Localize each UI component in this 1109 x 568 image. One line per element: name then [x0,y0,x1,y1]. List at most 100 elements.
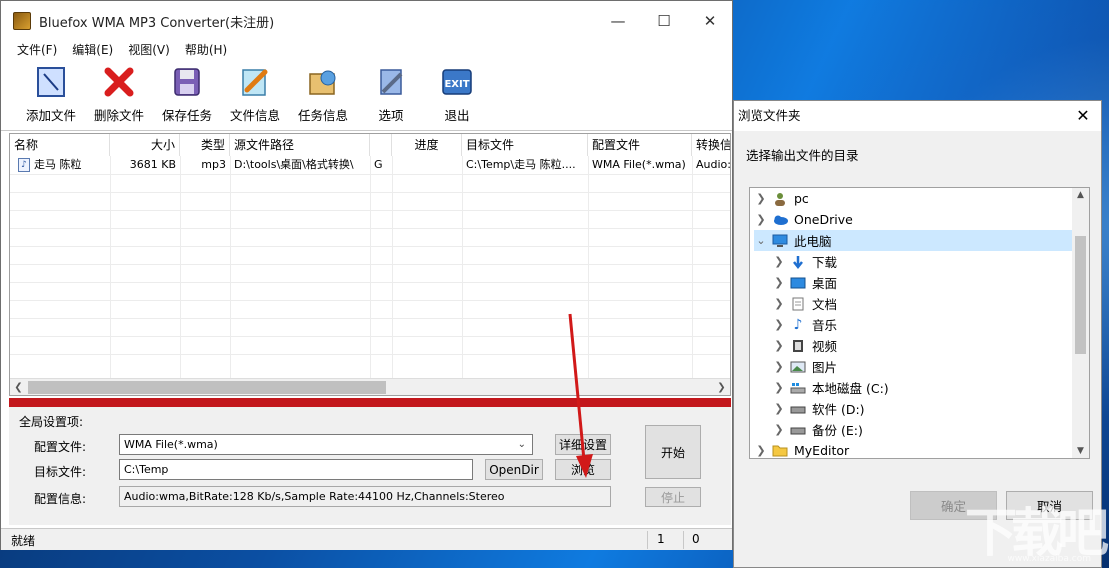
chevron-right-icon: ❯ [774,423,784,436]
file-info-button[interactable]: 文件信息 [223,65,287,124]
chevron-right-icon: ❯ [774,402,784,415]
row-divider [10,210,730,211]
row-convert-info: Audio:w [696,158,731,171]
toolbar: 添加文件 删除文件 保存任务 文件信息 任务信息 选项 EXIT 退出 [1,61,732,131]
add-file-button[interactable]: 添加文件 [19,65,83,124]
row-divider [10,300,730,301]
column-convert-info[interactable]: 转换信 [692,134,730,156]
table-row[interactable]: ♪ 走马 陈粒 3681 KB mp3 D:\tools\桌面\格式转换\ G … [10,156,731,174]
row-divider [10,318,730,319]
tree-item-pictures[interactable]: ❯ 图片 [772,356,1072,377]
start-button[interactable]: 开始 [645,425,701,479]
tree-item-music[interactable]: ❯ ♪ 音乐 [772,314,1072,335]
column-progress[interactable]: 进度 [392,134,462,156]
tree-item-onedrive[interactable]: ❯ OneDrive [754,209,1074,230]
close-icon[interactable]: ✕ [1071,101,1095,131]
row-divider [10,174,730,175]
global-settings-panel: 全局设置项: 配置文件: WMA File(*.wma) ⌄ 详细设置 目标文件… [9,407,731,525]
menu-help[interactable]: 帮助(H) [185,41,227,58]
scroll-thumb[interactable] [1075,236,1086,354]
desktop-icon [790,276,806,290]
tree-item-drive-d[interactable]: ❯ 软件 (D:) [772,398,1072,419]
tree-item-label: 文档 [812,297,838,312]
svg-text:EXIT: EXIT [444,79,469,90]
menu-edit[interactable]: 编辑(E) [72,41,113,58]
save-task-label: 保存任务 [161,108,212,123]
chevron-down-icon: ⌄ [517,439,526,450]
tree-item-label: 图片 [812,360,838,375]
row-divider [10,246,730,247]
profile-value: WMA File(*.wma) [124,438,218,451]
save-task-button[interactable]: 保存任务 [155,65,219,124]
row-extra: G [374,158,383,171]
scroll-left-icon[interactable]: ❮ [10,379,27,395]
task-info-button[interactable]: 任务信息 [291,65,355,124]
open-dir-button[interactable]: OpenDir [485,459,543,480]
column-divider [392,156,393,378]
file-list[interactable]: 名称 大小 类型 源文件路径 进度 目标文件 配置文件 转换信 ♪ 走马 陈粒 … [9,133,731,396]
minimize-button[interactable]: — [595,1,641,41]
tree-item-downloads[interactable]: ❯ 下载 [772,251,1072,272]
row-divider [10,336,730,337]
column-divider [180,156,181,378]
menu-view[interactable]: 视图(V) [128,41,170,58]
profile-select[interactable]: WMA File(*.wma) ⌄ [119,434,533,455]
profile-info-field: Audio:wma,BitRate:128 Kb/s,Sample Rate:4… [119,486,611,507]
tree-item-drive-c[interactable]: ❯ 本地磁盘 (C:) [772,377,1072,398]
options-tools-icon [374,65,408,99]
row-name: 走马 陈粒 [34,158,82,171]
tree-item-documents[interactable]: ❯ 文档 [772,293,1072,314]
column-target-file[interactable]: 目标文件 [462,134,588,156]
tree-item-desktop[interactable]: ❯ 桌面 [772,272,1072,293]
column-size[interactable]: 大小 [110,134,180,156]
red-annotation-arrow [568,313,593,478]
maximize-button[interactable]: ☐ [641,1,687,41]
window-title: Bluefox WMA MP3 Converter(未注册) [39,15,275,31]
scroll-right-icon[interactable]: ❯ [713,379,730,395]
stop-button[interactable]: 停止 [645,487,701,507]
chevron-down-icon: ⌄ [756,234,766,247]
tree-item-label: pc [794,191,809,206]
title-bar[interactable]: Bluefox WMA MP3 Converter(未注册) — ☐ ✕ [1,1,732,41]
add-file-icon [34,65,68,99]
tree-item-this-pc[interactable]: ⌄ 此电脑 [754,230,1074,251]
menu-file[interactable]: 文件(F) [17,41,57,58]
row-profile: WMA File(*.wma) [592,158,686,171]
tree-item-myeditor[interactable]: ❯ MyEditor [754,440,1074,458]
tree-item-label: 备份 (E:) [812,423,863,438]
column-extra[interactable] [370,134,392,156]
picture-icon [790,360,806,374]
tree-item-label: 本地磁盘 (C:) [812,381,889,396]
scroll-down-icon[interactable]: ▼ [1072,446,1089,456]
folder-tree[interactable]: ❯ pc ❯ OneDrive ⌄ 此电脑 ❯ 下载 ❯ 桌面 ❯ 文档 ❯ ♪ 音乐 ❯ 视频 … [749,187,1090,459]
dialog-title-bar[interactable]: 浏览文件夹 ✕ [734,101,1101,131]
tree-item-drive-e[interactable]: ❯ 备份 (E:) [772,419,1072,440]
task-info-label: 任务信息 [297,108,348,123]
chevron-right-icon: ❯ [756,192,766,205]
download-arrow-icon [790,255,806,269]
column-source-path[interactable]: 源文件路径 [230,134,370,156]
delete-file-button[interactable]: 删除文件 [87,65,151,124]
column-type[interactable]: 类型 [180,134,230,156]
row-type: mp3 [201,158,226,171]
row-divider [10,228,730,229]
exit-button[interactable]: EXIT 退出 [425,65,489,124]
converter-window: Bluefox WMA MP3 Converter(未注册) — ☐ ✕ 文件(… [0,0,733,550]
row-divider [10,354,730,355]
tree-item-label: 视频 [812,339,838,354]
tree-vertical-scrollbar[interactable]: ▲ ▼ [1072,188,1089,458]
exit-label: 退出 [444,108,470,123]
chevron-right-icon: ❯ [774,297,784,310]
horizontal-scrollbar[interactable]: ❮ ❯ [10,378,730,395]
tree-item-pc[interactable]: ❯ pc [754,188,1074,209]
scroll-thumb[interactable] [28,381,386,394]
scroll-up-icon[interactable]: ▲ [1072,190,1089,200]
column-name[interactable]: 名称 [10,134,110,156]
document-icon [790,297,806,311]
close-button[interactable]: ✕ [687,1,733,41]
folder-icon [772,444,788,458]
options-button[interactable]: 选项 [359,65,423,124]
column-profile[interactable]: 配置文件 [588,134,692,156]
target-folder-input[interactable]: C:\Temp [119,459,473,480]
tree-item-videos[interactable]: ❯ 视频 [772,335,1072,356]
